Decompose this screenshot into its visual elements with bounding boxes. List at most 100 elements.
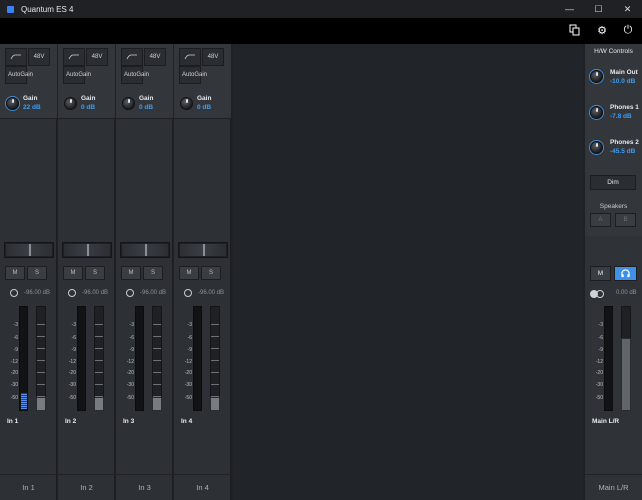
gain-label: Gain (23, 95, 38, 102)
auto-gain-button[interactable]: Auto Gain (5, 66, 33, 84)
mute-button[interactable]: M (179, 266, 199, 280)
highpass-filter-button[interactable] (179, 48, 201, 66)
meter-scale: -3 -6 -9 -12 -20 -30 -50 (60, 306, 76, 411)
maximize-button[interactable]: ☐ (584, 0, 613, 18)
auto-gain-label-line1: Auto (124, 72, 137, 78)
pan-slider[interactable] (4, 242, 54, 258)
gain-knob[interactable] (180, 97, 193, 110)
headphones-icon (621, 269, 630, 278)
copy-icon[interactable] (568, 23, 582, 37)
phones1-value: -7.8 dB (610, 113, 632, 120)
highpass-icon (68, 54, 79, 60)
auto-gain-button[interactable]: Auto Gain (121, 66, 149, 84)
scale-tick-label: -9 (13, 347, 18, 353)
phantom-power-button[interactable]: 48V (28, 48, 50, 66)
main-peak-value: 0.00 dB (616, 290, 637, 296)
mute-button[interactable]: M (121, 266, 141, 280)
scale-tick-label: -6 (71, 335, 76, 341)
phones2-knob[interactable] (590, 141, 603, 154)
scale-tick-label: -20 (68, 370, 76, 376)
channel-name: In 3 (123, 418, 135, 425)
fader-handle[interactable] (152, 397, 162, 411)
auto-gain-button[interactable]: Auto Gain (63, 66, 91, 84)
link-toggle-icon[interactable] (68, 289, 76, 297)
power-icon[interactable]: ⏻ (621, 23, 635, 37)
gain-value: 0 dB (139, 104, 154, 111)
solo-button[interactable]: S (27, 266, 47, 280)
main-level-meter (604, 306, 613, 411)
mute-button[interactable]: M (63, 266, 83, 280)
app-icon (7, 5, 14, 13)
gain-knob[interactable] (6, 97, 19, 110)
gain-label: Gain (81, 95, 96, 102)
stereo-link-icon[interactable] (590, 290, 604, 298)
auto-gain-button[interactable]: Auto Gain (179, 66, 207, 84)
gear-icon[interactable]: ⚙ (595, 23, 609, 37)
main-fader-handle[interactable] (621, 338, 631, 411)
solo-button[interactable]: S (85, 266, 105, 280)
channel-input-section: 48V Auto Gain Gain 22 dB (0, 44, 57, 119)
peak-value: -96.00 dB (198, 290, 225, 296)
channel-name: In 1 (7, 418, 19, 425)
channel-footer: In 4 (174, 474, 231, 500)
fader-handle[interactable] (210, 397, 220, 411)
pan-slider[interactable] (62, 242, 112, 258)
scale-tick-label: -30 (10, 382, 18, 388)
scale-tick-label: -3 (13, 322, 18, 328)
hw-controls-top: H/W Controls Main Out -10.0 dB Phones 1 … (585, 44, 642, 236)
phantom-power-button[interactable]: 48V (144, 48, 166, 66)
link-toggle-icon[interactable] (184, 289, 192, 297)
highpass-filter-button[interactable] (5, 48, 27, 66)
phones2-label: Phones 2 (610, 139, 639, 146)
phantom-power-button[interactable]: 48V (86, 48, 108, 66)
highpass-filter-button[interactable] (121, 48, 143, 66)
meter-scale: -3 -6 -9 -12 -20 -30 -50 (2, 306, 18, 411)
main-channel-footer: Main L/R (585, 474, 642, 500)
channel-input-section: 48V Auto Gain Gain 0 dB (58, 44, 115, 119)
hw-controls-title: H/W Controls (594, 48, 633, 55)
auto-gain-label-line2: Gain (194, 72, 208, 78)
level-meter (77, 306, 86, 411)
auto-gain-label-line1: Auto (66, 72, 79, 78)
scale-tick-label: -50 (10, 395, 18, 401)
gain-knob[interactable] (122, 97, 135, 110)
main-out-knob[interactable] (590, 70, 603, 83)
empty-mixer-area (233, 44, 583, 500)
auto-gain-label-line2: Gain (78, 72, 92, 78)
speaker-a-button[interactable]: A (590, 213, 611, 227)
auto-gain-label-line1: Auto (182, 72, 195, 78)
scale-tick-label: -50 (126, 395, 134, 401)
scale-tick-label: -30 (68, 382, 76, 388)
scale-tick-label: -9 (187, 347, 192, 353)
dim-button[interactable]: Dim (590, 175, 636, 190)
link-toggle-icon[interactable] (10, 289, 18, 297)
peak-value: -96.00 dB (82, 290, 109, 296)
phones1-knob[interactable] (590, 106, 603, 119)
main-mute-button[interactable]: M (590, 266, 611, 281)
headphones-button[interactable] (614, 266, 637, 281)
pan-slider[interactable] (178, 242, 228, 258)
fader-handle[interactable] (36, 397, 46, 411)
level-meter (19, 306, 28, 411)
peak-value: -96.00 dB (140, 290, 167, 296)
channel-input-section: 48V Auto Gain Gain 0 dB (116, 44, 173, 119)
phantom-power-button[interactable]: 48V (202, 48, 224, 66)
minimize-button[interactable]: — (555, 0, 584, 18)
close-button[interactable]: ✕ (613, 0, 642, 18)
speaker-b-button[interactable]: B (615, 213, 636, 227)
pan-slider[interactable] (120, 242, 170, 258)
mute-button[interactable]: M (5, 266, 25, 280)
channel-strip: 48V Auto Gain Gain 0 dB M S -96.00 dB -3… (174, 44, 231, 500)
solo-button[interactable]: S (201, 266, 221, 280)
meter-scale: -3 -6 -9 -12 -20 -30 -50 (118, 306, 134, 411)
title-bar: Quantum ES 4 — ☐ ✕ (0, 0, 642, 18)
top-toolbar: ⚙ ⏻ (0, 18, 642, 44)
scale-tick-label: -9 (598, 347, 603, 353)
highpass-filter-button[interactable] (63, 48, 85, 66)
solo-button[interactable]: S (143, 266, 163, 280)
scale-tick-label: -3 (187, 322, 192, 328)
link-toggle-icon[interactable] (126, 289, 134, 297)
fader-handle[interactable] (94, 397, 104, 411)
channel-footer: In 3 (116, 474, 173, 500)
gain-knob[interactable] (64, 97, 77, 110)
